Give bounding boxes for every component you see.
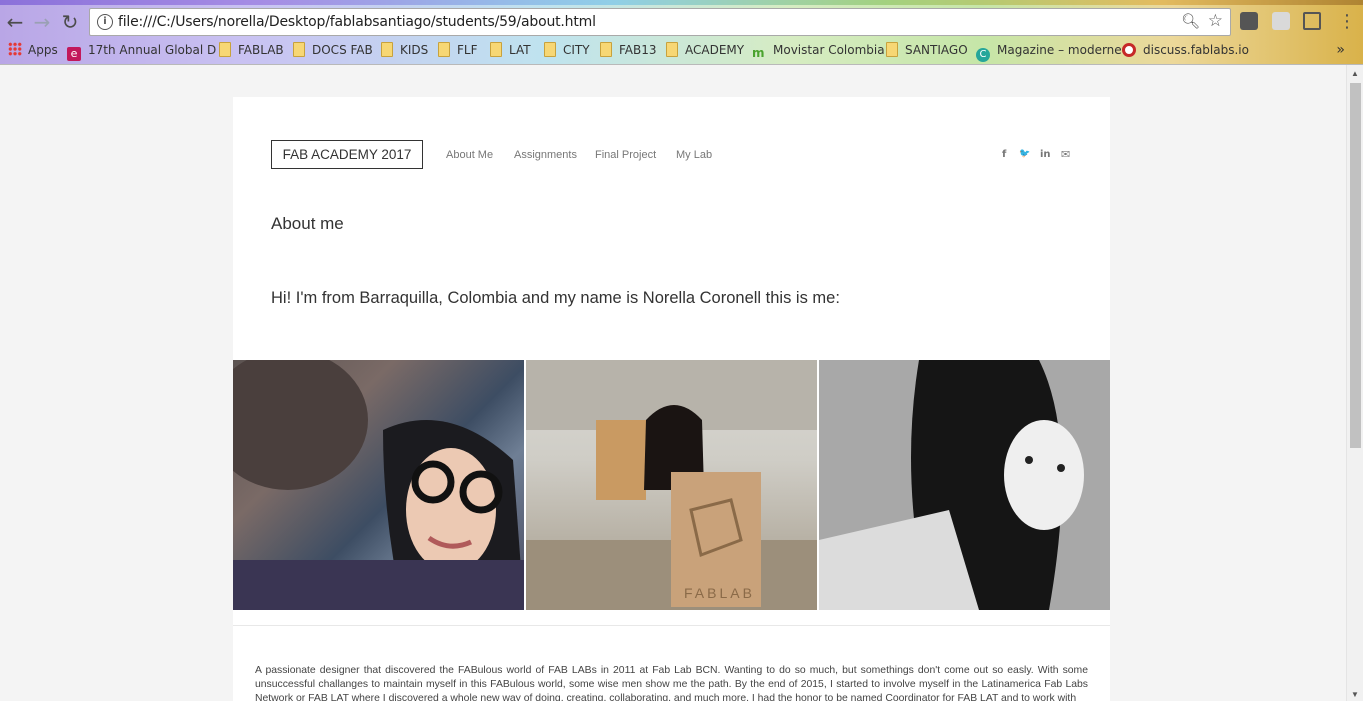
photo-portrait-illustration — [819, 360, 1110, 610]
folder-icon — [886, 42, 898, 57]
cast-icon[interactable] — [1303, 12, 1321, 30]
nav-my-lab[interactable]: My Lab — [676, 149, 712, 161]
zoom-icon[interactable]: 🔍︎ — [1181, 12, 1200, 30]
bookmark-city[interactable]: CITY — [544, 42, 590, 60]
bookmark-kids[interactable]: KIDS — [381, 42, 428, 60]
folder-icon — [490, 42, 502, 57]
intro-text: Hi! I'm from Barraquilla, Colombia and m… — [271, 289, 840, 307]
reload-icon[interactable]: ↻ — [59, 11, 81, 33]
folder-icon — [219, 42, 231, 57]
url-text[interactable]: file:///C:/Users/norella/Desktop/fablabs… — [118, 14, 596, 30]
section-divider — [233, 625, 1110, 626]
folder-icon — [381, 42, 393, 57]
apps-grid-icon — [8, 42, 22, 56]
bookmark-fablab[interactable]: FABLAB — [219, 42, 284, 60]
info-icon[interactable]: i — [97, 14, 113, 30]
photo-selfie-illustration — [233, 360, 524, 610]
browser-chrome: ← → ↻ i file:///C:/Users/norella/Desktop… — [0, 0, 1363, 65]
folder-icon — [293, 42, 305, 57]
scroll-up-icon[interactable]: ▲ — [1351, 69, 1359, 78]
discourse-icon — [1122, 43, 1136, 57]
bookmark-docs-fab[interactable]: DOCS FAB — [293, 42, 373, 60]
bookmark-santiago[interactable]: SANTIAGO — [886, 42, 968, 60]
folder-icon — [544, 42, 556, 57]
nav-about-me[interactable]: About Me — [446, 149, 493, 161]
site-logo[interactable]: FAB ACADEMY 2017 — [271, 140, 423, 169]
folder-icon — [666, 42, 678, 57]
menu-kebab-icon[interactable]: ⋮ — [1336, 11, 1358, 33]
bookmark-fab13[interactable]: FAB13 — [600, 42, 657, 60]
c-icon: C — [976, 48, 990, 62]
scroll-down-icon[interactable]: ▼ — [1351, 690, 1359, 699]
bookmarks-bar: Apps e 17th Annual Global D FABLAB DOCS F… — [0, 38, 1363, 63]
svg-text:FABLAB: FABLAB — [684, 585, 755, 601]
bookmark-discuss[interactable]: discuss.fablabs.io — [1122, 42, 1249, 60]
email-icon[interactable]: ✉ — [1061, 148, 1070, 161]
photo-portrait-bw — [819, 360, 1110, 610]
bio-text: A passionate designer that discovered th… — [255, 665, 1088, 701]
forward-icon[interactable]: → — [31, 11, 53, 33]
back-icon[interactable]: ← — [4, 11, 26, 33]
twitter-icon[interactable]: 🐦 — [1019, 149, 1030, 159]
nav-assignments[interactable]: Assignments — [514, 149, 577, 161]
scrollbar-thumb[interactable] — [1350, 83, 1361, 448]
bookmark-17th-annual[interactable]: e 17th Annual Global D — [67, 42, 216, 61]
movistar-icon: m — [752, 46, 765, 60]
linkedin-icon[interactable]: in — [1040, 149, 1051, 160]
page-scrollbar[interactable]: ▲ ▼ — [1346, 65, 1363, 701]
photo-fablab-sign: FABLAB — [526, 360, 817, 610]
facebook-icon[interactable]: f — [1002, 149, 1006, 160]
bookmark-academy[interactable]: ACADEMY — [666, 42, 744, 60]
bookmark-movistar[interactable]: m Movistar Colombia — [752, 42, 885, 60]
photo-selfie — [233, 360, 524, 610]
address-bar[interactable]: i file:///C:/Users/norella/Desktop/fabla… — [89, 8, 1231, 36]
bookmark-apps[interactable]: Apps — [8, 42, 58, 60]
e-icon: e — [67, 47, 81, 61]
nav-final-project[interactable]: Final Project — [595, 149, 656, 161]
photo-fablab-illustration: FABLAB — [526, 360, 817, 610]
bookmark-magazine[interactable]: C Magazine – moderne — [976, 42, 1122, 62]
bookmark-lat[interactable]: LAT — [490, 42, 531, 60]
page-title: About me — [271, 214, 344, 233]
folder-icon — [600, 42, 612, 57]
extension-pdf-icon[interactable] — [1272, 12, 1290, 30]
bookmark-flf[interactable]: FLF — [438, 42, 478, 60]
bookmarks-overflow-icon[interactable]: » — [1336, 42, 1345, 58]
folder-icon — [438, 42, 450, 57]
tab-strip — [0, 0, 1363, 5]
bookmark-star-icon[interactable]: ☆ — [1208, 11, 1223, 31]
page-container: FAB ACADEMY 2017 About Me Assignments Fi… — [233, 97, 1110, 701]
extension-shield-icon[interactable] — [1240, 12, 1258, 30]
